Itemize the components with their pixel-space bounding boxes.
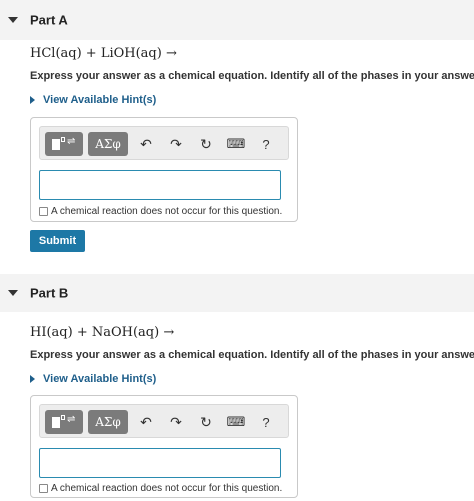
- collapse-caret-icon[interactable]: [8, 17, 18, 23]
- symbols-button[interactable]: ΑΣφ: [88, 132, 128, 156]
- template-square-icon: [52, 139, 60, 150]
- hint-link-label: View Available Hint(s): [43, 94, 157, 106]
- no-reaction-label: A chemical reaction does not occur for t…: [51, 206, 283, 217]
- part-a-answer-box: ⇌ ΑΣφ ↶ ↷ ↻ ⌨ ? A chemical reaction does…: [30, 117, 298, 222]
- equilibrium-arrows-icon: ⇌: [67, 414, 76, 425]
- symbols-button[interactable]: ΑΣφ: [88, 410, 128, 434]
- submit-button[interactable]: Submit: [30, 230, 85, 252]
- part-b-answer-box: ⇌ ΑΣφ ↶ ↷ ↻ ⌨ ? A chemical reaction does…: [30, 395, 298, 498]
- part-b-hint-link[interactable]: View Available Hint(s): [30, 373, 156, 385]
- help-icon[interactable]: ?: [256, 410, 276, 434]
- no-reaction-label: A chemical reaction does not occur for t…: [51, 483, 283, 494]
- equilibrium-arrows-icon: ⇌: [67, 136, 76, 147]
- template-superscript-icon: [61, 415, 65, 420]
- part-b: Part B HI(aq) + NaOH(aq) → Express your …: [0, 274, 474, 501]
- hint-caret-icon: [30, 96, 35, 104]
- part-b-instruction: Express your answer as a chemical equati…: [30, 349, 474, 361]
- undo-icon[interactable]: ↶: [136, 132, 156, 156]
- collapse-caret-icon[interactable]: [8, 290, 18, 296]
- part-a-title: Part A: [30, 12, 68, 28]
- part-a-equation: HCl(aq) + LiOH(aq) →: [30, 46, 177, 61]
- part-a-instruction: Express your answer as a chemical equati…: [30, 70, 474, 82]
- hint-caret-icon: [30, 375, 35, 383]
- part-a-header[interactable]: Part A: [0, 0, 474, 40]
- part-a-no-reaction-option[interactable]: A chemical reaction does not occur for t…: [39, 206, 282, 217]
- redo-icon[interactable]: ↷: [166, 410, 186, 434]
- part-a-answer-input[interactable]: [39, 170, 281, 200]
- template-square-icon: [52, 417, 60, 428]
- keyboard-icon[interactable]: ⌨: [226, 132, 246, 156]
- math-toolbar: ⇌ ΑΣφ ↶ ↷ ↻ ⌨ ?: [39, 126, 289, 160]
- templates-button[interactable]: ⇌: [45, 410, 83, 434]
- reset-icon[interactable]: ↻: [196, 410, 216, 434]
- no-reaction-checkbox[interactable]: [39, 207, 48, 216]
- templates-button[interactable]: ⇌: [45, 132, 83, 156]
- part-b-header[interactable]: Part B: [0, 274, 474, 312]
- undo-icon[interactable]: ↶: [136, 410, 156, 434]
- redo-icon[interactable]: ↷: [166, 132, 186, 156]
- no-reaction-checkbox[interactable]: [39, 484, 48, 493]
- hint-link-label: View Available Hint(s): [43, 373, 157, 385]
- template-superscript-icon: [61, 137, 65, 142]
- math-toolbar: ⇌ ΑΣφ ↶ ↷ ↻ ⌨ ?: [39, 404, 289, 438]
- reset-icon[interactable]: ↻: [196, 132, 216, 156]
- part-b-title: Part B: [30, 285, 69, 301]
- part-b-answer-input[interactable]: [39, 448, 281, 478]
- part-b-equation: HI(aq) + NaOH(aq) →: [30, 325, 175, 340]
- part-a-hint-link[interactable]: View Available Hint(s): [30, 94, 156, 106]
- part-b-no-reaction-option[interactable]: A chemical reaction does not occur for t…: [39, 483, 282, 494]
- keyboard-icon[interactable]: ⌨: [226, 410, 246, 434]
- help-icon[interactable]: ?: [256, 132, 276, 156]
- part-a: Part A HCl(aq) + LiOH(aq) → Express your…: [0, 0, 474, 268]
